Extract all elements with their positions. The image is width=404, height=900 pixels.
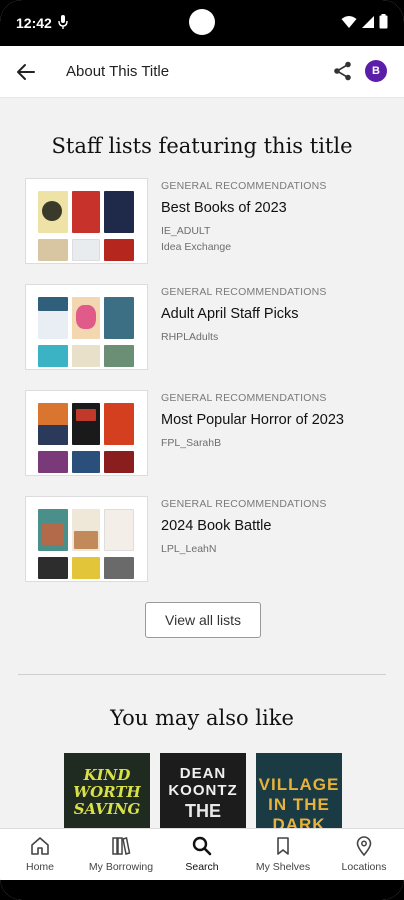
recommended-book-cover[interactable]: VILLAGE IN THE DARK xyxy=(256,753,342,828)
staff-list-card[interactable]: GENERAL RECOMMENDATIONS Most Popular Hor… xyxy=(25,390,385,476)
book-cover-thumb xyxy=(38,239,68,261)
cover-author-text: DEAN KOONTZ xyxy=(168,765,238,799)
recommended-book-cover[interactable]: KIND WORTH SAVING xyxy=(64,753,150,828)
system-navigation-bar xyxy=(0,880,404,900)
search-icon xyxy=(192,836,212,856)
list-cover-collage xyxy=(25,178,148,264)
main-content: Staff lists featuring this title GENERAL… xyxy=(0,98,404,828)
list-name[interactable]: Most Popular Horror of 2023 xyxy=(161,412,385,428)
nav-label: My Shelves xyxy=(255,861,311,873)
book-cover-art xyxy=(76,409,96,421)
phone-screen: 12:42 About This Title B Staff lists fea… xyxy=(0,0,404,900)
cover-title-text: VILLAGE IN THE DARK xyxy=(258,775,340,828)
book-cover-thumb xyxy=(72,345,100,367)
wifi-icon xyxy=(341,15,357,28)
nav-label: Home xyxy=(25,861,54,873)
book-cover-thumb xyxy=(72,239,100,261)
bottom-navigation: Home My Borrowing Search My Shelves Loca… xyxy=(0,828,404,880)
book-cover-art xyxy=(42,201,62,221)
book-cover-thumb xyxy=(104,509,134,551)
book-cover-art xyxy=(38,425,68,445)
list-category: GENERAL RECOMMENDATIONS xyxy=(161,180,327,192)
list-category: GENERAL RECOMMENDATIONS xyxy=(161,498,327,510)
nav-home[interactable]: Home xyxy=(0,835,80,873)
list-owner: RHPLAdults xyxy=(161,331,219,343)
staff-lists-heading: Staff lists featuring this title xyxy=(51,134,353,158)
nav-label: Search xyxy=(185,861,219,873)
book-cover-thumb xyxy=(104,557,134,579)
page-title: About This Title xyxy=(66,63,170,80)
list-owner: IE_ADULT xyxy=(161,225,211,237)
home-icon xyxy=(31,837,49,855)
nav-locations[interactable]: Locations xyxy=(324,835,404,873)
back-arrow-icon[interactable] xyxy=(14,60,38,84)
cover-title-text: KIND WORTH SAVING xyxy=(73,766,141,818)
book-cover-thumb xyxy=(104,297,134,339)
location-pin-icon xyxy=(356,836,372,857)
book-cover-thumb xyxy=(72,191,100,233)
book-cover-thumb xyxy=(104,403,134,445)
user-avatar[interactable]: B xyxy=(365,60,387,82)
microphone-icon xyxy=(58,15,68,29)
book-cover-thumb xyxy=(72,557,100,579)
list-name[interactable]: 2024 Book Battle xyxy=(161,518,385,534)
book-cover-art xyxy=(74,531,98,549)
book-cover-thumb xyxy=(72,451,100,473)
book-cover-art xyxy=(76,305,96,329)
list-cover-collage xyxy=(25,390,148,476)
book-cover-thumb xyxy=(104,191,134,233)
app-bar: About This Title B xyxy=(0,46,404,98)
book-cover-thumb xyxy=(104,239,134,261)
cover-title-text: THE xyxy=(185,801,221,821)
nav-label: My Borrowing xyxy=(88,861,154,873)
nav-label: Locations xyxy=(341,861,387,873)
list-owner: LPL_LeahN xyxy=(161,543,217,555)
nav-search[interactable]: Search xyxy=(162,835,242,873)
share-icon[interactable] xyxy=(332,60,354,82)
list-library: Idea Exchange xyxy=(161,241,232,253)
battery-icon xyxy=(379,14,388,29)
nav-my-shelves[interactable]: My Shelves xyxy=(243,835,323,873)
list-owner: FPL_SarahB xyxy=(161,437,222,449)
camera-cutout xyxy=(189,9,215,35)
staff-list-card[interactable]: GENERAL RECOMMENDATIONS Best Books of 20… xyxy=(25,178,385,264)
bookmark-icon xyxy=(277,837,289,855)
view-all-lists-button[interactable]: View all lists xyxy=(145,602,261,638)
nav-my-borrowing[interactable]: My Borrowing xyxy=(81,835,161,873)
also-like-heading: You may also like xyxy=(110,706,294,730)
status-icons xyxy=(341,14,388,29)
book-cover-thumb xyxy=(38,557,68,579)
books-icon xyxy=(112,837,131,855)
book-cover-art xyxy=(42,523,64,545)
book-cover-thumb xyxy=(38,451,68,473)
list-cover-collage xyxy=(25,496,148,582)
list-name[interactable]: Best Books of 2023 xyxy=(161,200,385,216)
recommended-book-cover[interactable]: DEAN KOONTZ THE xyxy=(160,753,246,828)
section-divider xyxy=(18,674,386,675)
book-cover-thumb xyxy=(104,451,134,473)
list-category: GENERAL RECOMMENDATIONS xyxy=(161,286,327,298)
list-category: GENERAL RECOMMENDATIONS xyxy=(161,392,327,404)
status-bar: 12:42 xyxy=(0,0,404,46)
list-cover-collage xyxy=(25,284,148,370)
staff-list-card[interactable]: GENERAL RECOMMENDATIONS Adult April Staf… xyxy=(25,284,385,370)
book-cover-art xyxy=(38,297,68,311)
book-cover-thumb xyxy=(38,345,68,367)
signal-icon xyxy=(362,15,374,28)
book-cover-thumb xyxy=(104,345,134,367)
staff-list-card[interactable]: GENERAL RECOMMENDATIONS 2024 Book Battle… xyxy=(25,496,385,582)
list-name[interactable]: Adult April Staff Picks xyxy=(161,306,385,322)
status-time: 12:42 xyxy=(16,15,52,31)
